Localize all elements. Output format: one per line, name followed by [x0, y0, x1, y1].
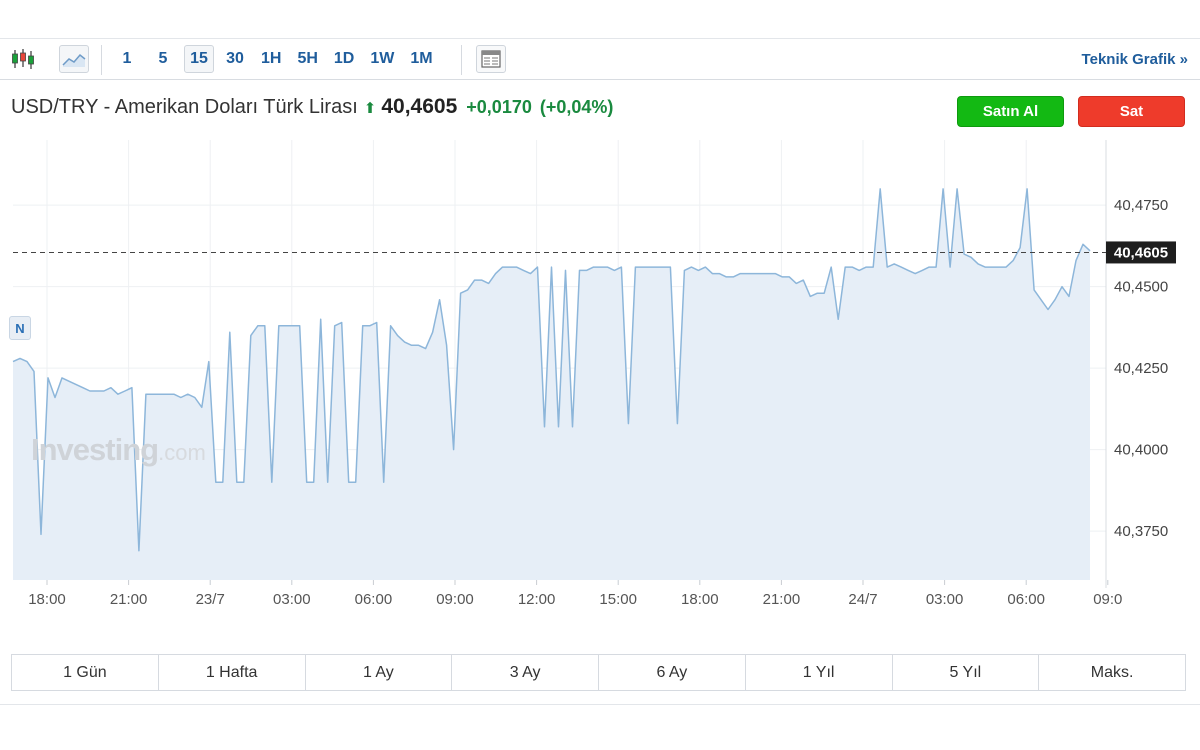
news-marker[interactable]: N: [9, 316, 31, 340]
interval-1d[interactable]: 1D: [329, 45, 359, 73]
period-1-month[interactable]: 1 Ay: [306, 655, 453, 690]
toolbar-divider: [101, 45, 102, 75]
period-max[interactable]: Maks.: [1039, 655, 1185, 690]
technical-chart-label: Teknik Grafik: [1081, 51, 1176, 68]
period-3-months[interactable]: 3 Ay: [452, 655, 599, 690]
x-tick-label: 03:00: [273, 591, 311, 608]
period-6-months[interactable]: 6 Ay: [599, 655, 746, 690]
table-view-icon[interactable]: [476, 45, 506, 73]
interval-5[interactable]: 5: [148, 45, 178, 73]
last-price: 40,4605: [381, 95, 458, 118]
y-tick-label: 40,4000: [1114, 442, 1168, 459]
watermark-suffix: .com: [158, 440, 206, 465]
y-tick-label: 40,4250: [1114, 360, 1168, 377]
watermark-brand: Investing: [31, 432, 159, 467]
sell-button[interactable]: Sat: [1078, 96, 1185, 127]
x-tick-label: 24/7: [848, 591, 877, 608]
double-chevron-right-icon: »: [1179, 51, 1188, 68]
current-price-label: 40,4605: [1114, 244, 1168, 261]
x-tick-label: 03:00: [926, 591, 964, 608]
interval-1h[interactable]: 1H: [256, 45, 286, 73]
buy-button[interactable]: Satın Al: [957, 96, 1064, 127]
investing-watermark: Investing.com: [31, 432, 206, 468]
x-tick-label: 09:0: [1093, 591, 1122, 608]
price-change-percent: (+0,04%): [539, 97, 614, 117]
instrument-name: USD/TRY - Amerikan Doları Türk Lirası: [11, 96, 358, 118]
x-tick-label: 18:00: [28, 591, 66, 608]
technical-chart-link[interactable]: Teknik Grafik »: [1082, 51, 1188, 68]
interval-5h[interactable]: 5H: [292, 45, 322, 73]
candlestick-icon[interactable]: [8, 45, 38, 73]
x-tick-label: 21:00: [763, 591, 801, 608]
interval-1w[interactable]: 1W: [365, 45, 399, 73]
period-selector: 1 Gün 1 Hafta 1 Ay 3 Ay 6 Ay 1 Yıl 5 Yıl…: [11, 654, 1186, 691]
x-tick-label: 15:00: [599, 591, 637, 608]
y-tick-label: 40,4500: [1114, 279, 1168, 296]
interval-30[interactable]: 30: [220, 45, 250, 73]
series-area: [13, 188, 1090, 580]
price-change: +0,0170: [466, 97, 532, 117]
price-chart[interactable]: 18:00 21:00 23/7 03:00 06:00 09:00 12:00 15:00 1…: [0, 140, 1200, 620]
line-chart-icon[interactable]: [59, 45, 89, 73]
period-1-year[interactable]: 1 Yıl: [746, 655, 893, 690]
chart-toolbar: 1 5 15 30 1H 5H 1D 1W 1M Teknik Grafik »: [0, 38, 1200, 80]
y-tick-label: 40,3750: [1114, 523, 1168, 540]
toolbar-divider: [461, 45, 462, 75]
x-tick-label: 21:00: [110, 591, 148, 608]
x-tick-label: 18:00: [681, 591, 719, 608]
bottom-divider: [0, 704, 1200, 705]
x-tick-label: 12:00: [518, 591, 556, 608]
period-1-week[interactable]: 1 Hafta: [159, 655, 306, 690]
x-tick-label: 09:00: [436, 591, 474, 608]
interval-1[interactable]: 1: [112, 45, 142, 73]
interval-selector: 1 5 15 30 1H 5H 1D 1W 1M: [112, 45, 438, 73]
x-tick-label: 23/7: [196, 591, 225, 608]
up-arrow-icon: ⬆: [363, 100, 377, 117]
period-1-day[interactable]: 1 Gün: [12, 655, 159, 690]
interval-15[interactable]: 15: [184, 45, 214, 73]
interval-1m[interactable]: 1M: [405, 45, 437, 73]
x-tick-label: 06:00: [355, 591, 393, 608]
period-5-years[interactable]: 5 Yıl: [893, 655, 1040, 690]
quote-header: USD/TRY - Amerikan Doları Türk Lirası ⬆ …: [11, 95, 613, 119]
x-tick-label: 06:00: [1007, 591, 1045, 608]
y-tick-label: 40,4750: [1114, 197, 1168, 214]
